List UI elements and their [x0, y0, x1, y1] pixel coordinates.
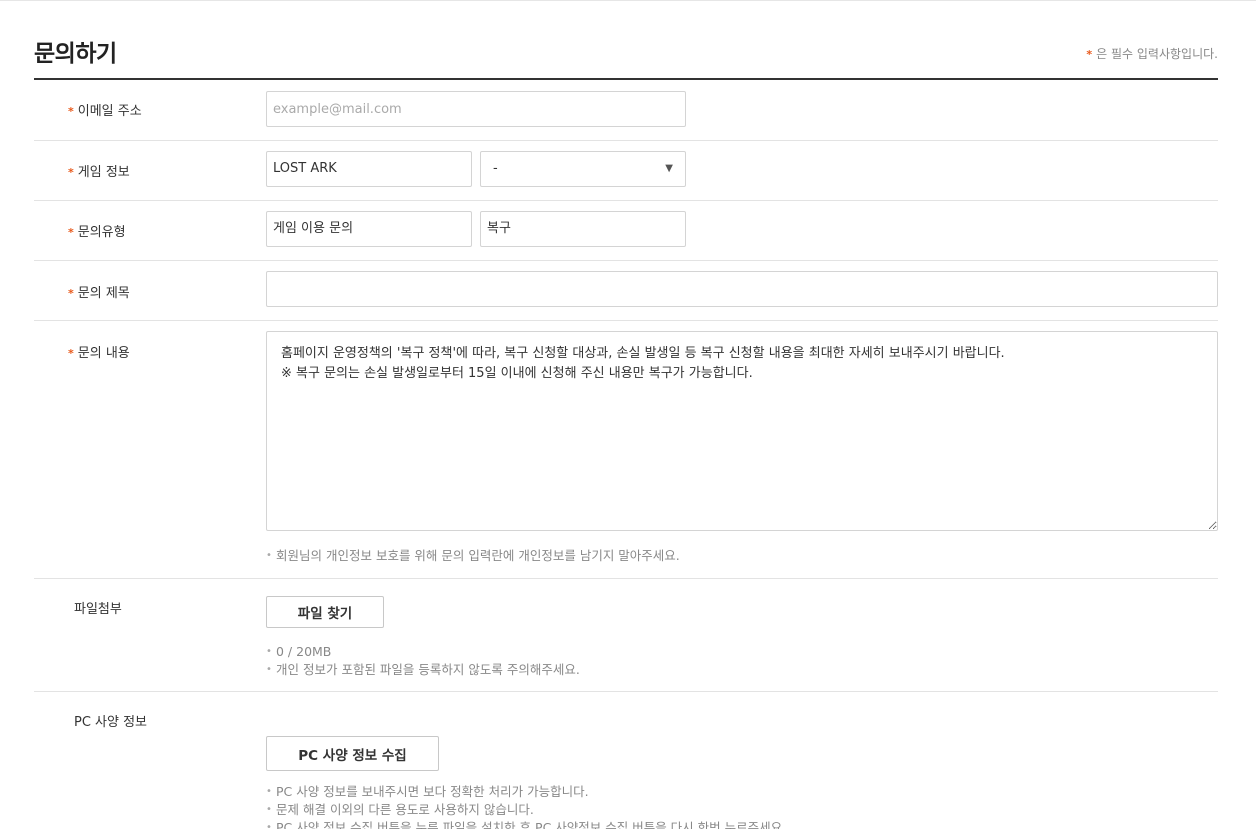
collect-pc-spec-button[interactable]: PC 사양 정보 수집 — [266, 736, 439, 771]
inquiry-subcategory-select[interactable]: 복구 — [480, 211, 686, 247]
privacy-note: 회원님의 개인정보 보호를 위해 문의 입력란에 개인정보를 남기지 말아주세요… — [266, 547, 680, 565]
required-star-icon: * — [68, 347, 74, 360]
pc-spec-row: PC 사양 정보 PC 사양 정보 수집 PC 사양 정보를 보내주시면 보다 … — [34, 692, 1218, 829]
email-label: * 이메일 주소 — [68, 104, 142, 119]
subject-label: * 문의 제목 — [68, 286, 130, 301]
required-star-icon: * — [68, 226, 74, 239]
attachment-label: 파일첨부 — [74, 602, 122, 617]
file-size-note: 0 / 20MB — [266, 643, 580, 661]
required-note-text: 은 필수 입력사항입니다. — [1096, 47, 1218, 61]
content-textarea[interactable] — [266, 331, 1218, 531]
pc-spec-label: PC 사양 정보 — [74, 715, 148, 730]
subject-input[interactable] — [266, 271, 1218, 307]
pc-spec-notes: PC 사양 정보를 보내주시면 보다 정확한 처리가 가능합니다. 문제 해결 … — [266, 783, 786, 829]
required-star-icon: * — [68, 105, 74, 118]
inquiry-type-label: * 문의유형 — [68, 225, 126, 240]
content-row: *문의 내용 회원님의 개인정보 보호를 위해 문의 입력란에 개인정보를 남기… — [34, 321, 1218, 579]
game-label: * 게임 정보 — [68, 165, 130, 180]
required-note: * 은 필수 입력사항입니다. — [1086, 45, 1218, 62]
find-file-button[interactable]: 파일 찾기 — [266, 596, 384, 628]
subject-row: * 문의 제목 — [34, 261, 1218, 321]
required-star-icon: * — [68, 287, 74, 300]
pc-spec-note: 문제 해결 이외의 다른 용도로 사용하지 않습니다. — [266, 801, 786, 819]
game-select[interactable]: LOST ARK — [266, 151, 472, 187]
attachment-row: 파일첨부 파일 찾기 0 / 20MB 개인 정보가 포함된 파일을 등록하지 … — [34, 579, 1218, 692]
inquiry-form: 문의하기 *은 필수 입력사항입니다. *이메일 주소 *게임 정보 LOST … — [34, 1, 1218, 829]
file-privacy-note: 개인 정보가 포함된 파일을 등록하지 않도록 주의해주세요. — [266, 661, 580, 679]
game-row: * 게임 정보 LOST ARK - ▼ — [34, 141, 1218, 201]
email-input[interactable] — [266, 91, 686, 127]
content-notes: 회원님의 개인정보 보호를 위해 문의 입력란에 개인정보를 남기지 말아주세요… — [266, 547, 680, 565]
page-title: 문의하기 — [34, 41, 117, 67]
form-header: 문의하기 * 은 필수 입력사항입니다. — [34, 1, 1218, 80]
triangle-down-icon: ▼ — [665, 163, 673, 174]
inquiry-category-select[interactable]: 게임 이용 문의 — [266, 211, 472, 247]
server-select[interactable]: - ▼ — [480, 151, 686, 187]
pc-spec-note: PC 사양 정보 수집 버튼을 누른 파일을 설치한 후 PC 사양정보 수집 … — [266, 819, 786, 829]
inquiry-type-row: * 문의유형 게임 이용 문의 복구 — [34, 201, 1218, 261]
content-label: * 문의 내용 — [68, 346, 130, 361]
attachment-notes: 0 / 20MB 개인 정보가 포함된 파일을 등록하지 않도록 주의해주세요. — [266, 643, 580, 679]
required-star-icon: * — [1086, 48, 1093, 61]
pc-spec-note: PC 사양 정보를 보내주시면 보다 정확한 처리가 가능합니다. — [266, 783, 786, 801]
email-row: * 이메일 주소 — [34, 80, 1218, 141]
server-select-value: - — [493, 161, 498, 176]
required-star-icon: * — [68, 166, 74, 179]
